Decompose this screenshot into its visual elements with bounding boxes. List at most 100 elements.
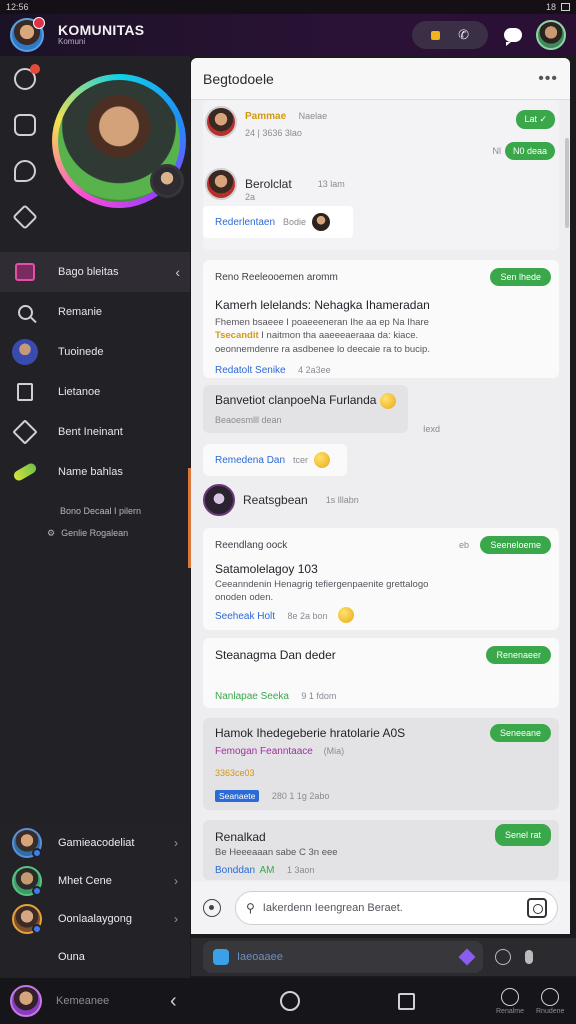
status-chip[interactable]: Seneeane	[489, 724, 551, 742]
more-options-icon[interactable]: •••	[538, 70, 558, 88]
main-panel: Begtodoele ••• Pammae Naelae 24 | 3636 3…	[191, 58, 570, 934]
sent-bubble[interactable]: N0 deaa	[504, 142, 555, 160]
link-card[interactable]: Rederlentaen Bodie	[203, 206, 353, 238]
sidebar-subitem-1[interactable]: ⚙ Genlie Rogalean	[0, 522, 190, 544]
post-card[interactable]: Hamok Ihedegeberie hratolarie A0S Seneea…	[203, 718, 559, 810]
user-avatar[interactable]	[10, 985, 42, 1017]
status-indicator: 18	[545, 2, 556, 12]
status-chip[interactable]: Renenaeer	[486, 646, 551, 664]
message-card[interactable]: Banvetiot clanpoeNa Furlanda Beaoesmlll …	[203, 385, 408, 433]
chevron-right-icon: ›	[174, 836, 178, 850]
friend-name: Oonlaalaygong	[58, 913, 133, 925]
emoji-picker-icon[interactable]	[203, 899, 221, 917]
post-body-text: I naitmon tha aaeeeaeraaa da: kiace.	[261, 330, 419, 342]
message-meta: 13 lam	[317, 179, 345, 189]
home-button-icon[interactable]	[280, 991, 300, 1011]
chevron-left-icon[interactable]: ‹	[175, 264, 180, 280]
post-body: Ceeanndenin Henagrig tefiergenpaenite gr…	[215, 578, 525, 605]
rail-item-groups[interactable]	[0, 102, 50, 148]
post-link[interactable]: Bonddan	[215, 865, 255, 876]
sidebar-item-5[interactable]: Name bahlas	[0, 452, 190, 492]
sent-bubble[interactable]: Lat ✓	[516, 110, 555, 129]
chat-input[interactable]: Iaeoaaee	[203, 941, 483, 973]
mini-avatar	[312, 213, 331, 231]
rail-item-messages[interactable]	[0, 148, 50, 194]
link-text[interactable]: Rederlentaen	[215, 217, 275, 228]
bell-icon	[14, 64, 40, 90]
message-body: Banvetiot clanpoeNa Furlanda	[215, 393, 377, 408]
user-avatar	[203, 484, 235, 516]
status-chip[interactable]: Senel rat	[494, 824, 551, 846]
bottom-tab-2[interactable]: Rnudene	[536, 988, 564, 1015]
profile-avatar[interactable]	[536, 20, 566, 50]
flag-icon	[12, 259, 38, 285]
hero-avatar[interactable]	[52, 74, 186, 208]
post-meta: 4 2a3ee	[298, 365, 331, 375]
settings-icon	[541, 988, 560, 1006]
post-heading: Kamerh lelelands: Nehagka Ihameradan	[215, 298, 430, 312]
hero-mini-avatar	[150, 164, 184, 198]
bottom-tab-1[interactable]: Renalme	[496, 988, 524, 1015]
friend-item-0[interactable]: Gamieacodeliat ›	[0, 824, 190, 862]
message-search-input[interactable]: ⚲ Iakerdenn Ieengrean Beraet.	[235, 891, 558, 925]
message-row[interactable]: Pammae Naelae 24 | 3636 3lao	[205, 106, 327, 138]
post-heading: Hamok Ihedegeberie hratolarie A0S	[215, 726, 406, 740]
message-row[interactable]: Reatsgbean 1s lllabn	[203, 484, 359, 516]
sidebar-item-4[interactable]: Bent Ineinant	[0, 412, 190, 452]
sidebar-item-label: Remanie	[58, 306, 103, 318]
page-title: Begtodoele	[203, 70, 274, 87]
post-card[interactable]: Reendlang oock eb Seeneloeme Satamolelag…	[203, 528, 559, 630]
blue-tag[interactable]: Seanaete	[215, 790, 260, 802]
post-footer: Seeheak Holt 8e 2a bon	[215, 606, 354, 624]
friend-item-3[interactable]: Ouna	[0, 938, 190, 976]
back-icon[interactable]: ‹	[170, 990, 177, 1013]
post-card[interactable]: Renalkad Senel rat Be Heeeaaan sabe C 3n…	[203, 820, 559, 880]
bubble-meta: Nl	[492, 146, 502, 156]
message-author: Reatsgbean	[243, 493, 308, 507]
timer-icon[interactable]	[495, 949, 511, 965]
post-link-2[interactable]: AM	[260, 865, 275, 876]
friend-item-1[interactable]: Mhet Cene ›	[0, 862, 190, 900]
post-body-line: onoden oden.	[215, 592, 274, 604]
bottom-tab-label: Rnudene	[536, 1008, 565, 1015]
app-title-group: KOMUNITAS Komuni	[58, 23, 144, 46]
post-meta-icon: eb	[458, 540, 469, 550]
status-chip[interactable]: Seeneloeme	[480, 536, 551, 554]
app-logo-avatar[interactable]	[10, 17, 45, 52]
post-link[interactable]: Nanlapae Seeka	[215, 691, 289, 702]
post-meta: 1 3aon	[286, 865, 315, 875]
scrollbar[interactable]	[565, 138, 569, 228]
gem-icon[interactable]	[458, 948, 476, 966]
rail-item-notifications[interactable]	[0, 56, 50, 102]
sidebar-subitem-0[interactable]: Bono Decaal I pilern	[0, 500, 190, 522]
message-row[interactable]: Berolclat 13 lam	[205, 168, 345, 200]
post-body-line: oeonnemdenre ra asdbenee lo deecaie ra t…	[215, 343, 430, 355]
chat-button[interactable]	[500, 23, 526, 47]
camera-icon[interactable]	[527, 898, 547, 918]
recents-icon[interactable]	[398, 992, 415, 1010]
app-title: KOMUNITAS	[58, 22, 145, 39]
sidebar-item-label: Bago bleitas	[58, 266, 119, 278]
friend-item-2[interactable]: Oonlaalaygong ›	[0, 900, 190, 938]
phone-off-icon[interactable]: ✆	[458, 27, 469, 43]
link-pill[interactable]: Remedena Dan tcer	[203, 444, 347, 476]
message-meta: 24 | 3636 3lao	[245, 128, 302, 138]
post-heading: Steanagma Dan deder	[215, 648, 336, 662]
rail-item-favorites[interactable]	[0, 194, 50, 240]
post-card[interactable]: Steanagma Dan deder Renenaeer Nanlapae S…	[203, 638, 559, 708]
post-link[interactable]: Seeheak Holt	[215, 611, 275, 622]
status-pill[interactable]: ✆	[412, 21, 488, 49]
message-timestamp: Iexd	[423, 424, 441, 434]
sidebar-item-2[interactable]: Tuoinede	[0, 332, 190, 372]
link-text[interactable]: Remedena Dan	[215, 455, 285, 466]
mic-icon[interactable]	[525, 950, 533, 964]
post-card[interactable]: Reno Reeleooemen aromm Sen lhede Kamerh …	[203, 260, 559, 378]
link-extra: tcer	[293, 455, 309, 465]
sidebar-item-1[interactable]: Remanie	[0, 292, 190, 332]
post-link[interactable]: Redatolt Senike	[215, 365, 286, 376]
status-chip[interactable]: Sen lhede	[490, 268, 551, 286]
sidebar-item-3[interactable]: Lietanoe	[0, 372, 190, 412]
sidebar-item-0[interactable]: Bago bleitas ‹	[0, 252, 190, 292]
sidebar-subitem-label: Bono Decaal I pilern	[60, 506, 142, 516]
attachment-icon[interactable]	[213, 949, 229, 965]
